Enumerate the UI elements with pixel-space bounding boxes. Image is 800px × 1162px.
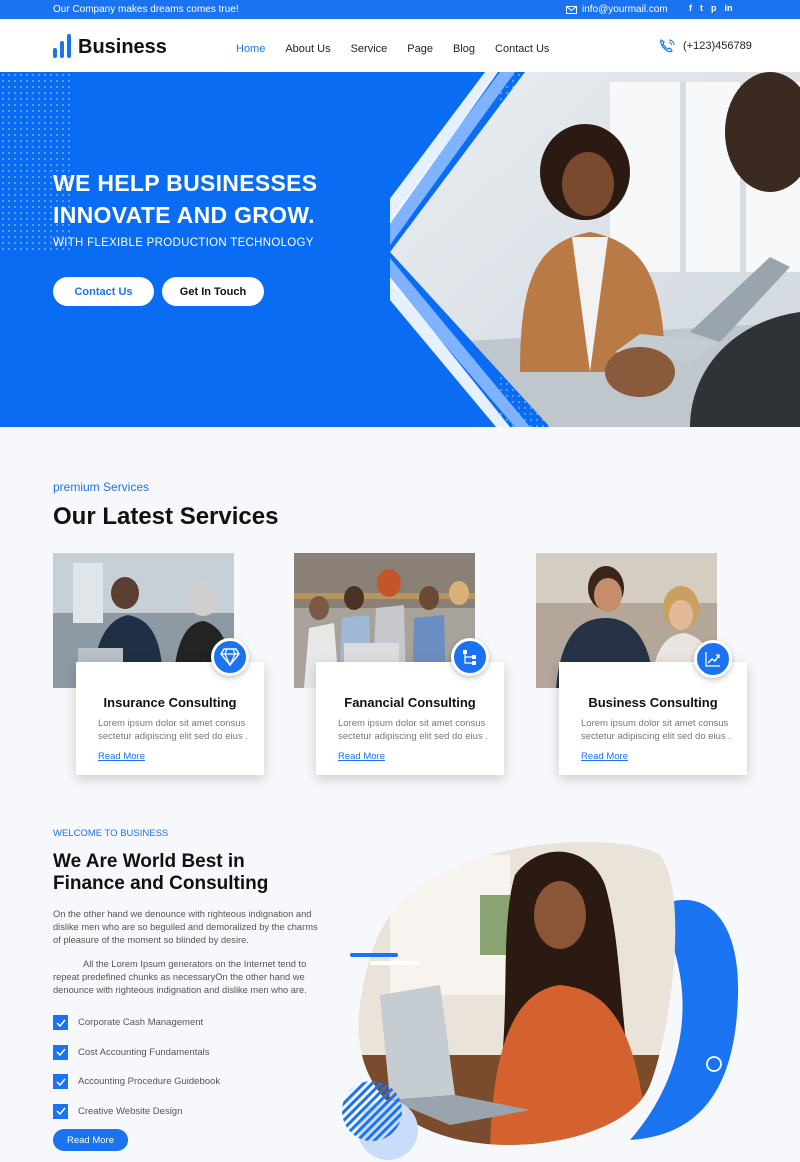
hero-subtitle: WITH FLEXIBLE PRODUCTION TECHNOLOGY	[53, 237, 314, 249]
nav-contact[interactable]: Contact Us	[495, 43, 549, 55]
main-nav: Home About Us Service Page Blog Contact …	[236, 43, 569, 55]
diamond-icon	[211, 638, 249, 676]
checklist-item: Cost Accounting Fundamentals	[53, 1038, 220, 1068]
growth-chart-icon	[694, 640, 732, 678]
phone-icon	[660, 39, 675, 53]
service-title: Fanancial Consulting	[344, 695, 476, 710]
about-kicker: WELCOME TO BUSINESS	[53, 828, 169, 839]
about-photo	[342, 841, 739, 1160]
checkmark-icon	[53, 1103, 68, 1119]
checklist-label: Accounting Procedure Guidebook	[78, 1076, 221, 1088]
twitter-icon[interactable]: t	[700, 3, 703, 13]
services-kicker: premium Services	[53, 480, 150, 494]
email-text: info@yourmail.com	[582, 4, 668, 15]
brand-logo[interactable]: Business	[53, 34, 167, 58]
social-links: f t p in	[689, 3, 733, 13]
services-title: Our Latest Services	[53, 503, 279, 530]
nav-blog[interactable]: Blog	[453, 43, 475, 55]
checklist-label: Cost Accounting Fundamentals	[78, 1046, 210, 1058]
get-in-touch-button[interactable]: Get In Touch	[162, 277, 264, 306]
phone-number: (+123)456789	[683, 40, 752, 52]
logo-bars-icon	[53, 34, 71, 58]
read-more-link[interactable]: Read More	[98, 751, 145, 762]
checklist-item: Creative Website Design	[53, 1097, 220, 1127]
pinterest-icon[interactable]: p	[711, 3, 717, 13]
phone-contact[interactable]: (+123)456789	[658, 38, 752, 54]
checkmark-icon	[53, 1074, 68, 1090]
service-text: Lorem ipsum dolor sit amet consus sectet…	[98, 718, 248, 742]
site-header: Business Home About Us Service Page Blog…	[0, 19, 800, 72]
email-link[interactable]: info@yourmail.com	[566, 4, 668, 15]
service-title: Insurance Consulting	[103, 695, 237, 710]
checkmark-icon	[53, 1044, 68, 1060]
about-read-more-button[interactable]: Read More	[53, 1129, 128, 1151]
brand-name: Business	[78, 36, 167, 58]
facebook-icon[interactable]: f	[689, 3, 692, 13]
nav-about[interactable]: About Us	[285, 43, 330, 55]
about-paragraph-2: All the Lorem Ipsum generators on the In…	[53, 959, 307, 995]
checklist-label: Corporate Cash Management	[78, 1017, 204, 1029]
checklist-item: Corporate Cash Management	[53, 1008, 220, 1038]
checkmark-icon	[53, 1015, 68, 1031]
about-paragraph-1: On the other hand we denounce with right…	[53, 909, 318, 945]
hero-title: WE HELP BUSINESSES INNOVATE AND GROW.	[53, 167, 317, 231]
service-text: Lorem ipsum dolor sit amet consus sectet…	[338, 718, 488, 742]
linkedin-icon[interactable]: in	[725, 3, 733, 13]
service-title: Business Consulting	[588, 695, 718, 710]
checklist-item: Accounting Procedure Guidebook	[53, 1067, 220, 1097]
about-title: We Are World Best in Finance and Consult…	[53, 851, 333, 895]
service-card-financial: Fanancial Consulting Lorem ipsum dolor s…	[316, 662, 504, 775]
about-title-line2: Finance and Consulting	[53, 873, 269, 894]
read-more-link[interactable]: Read More	[338, 751, 385, 762]
top-bar: Our Company makes dreams comes true! inf…	[0, 0, 800, 19]
org-chart-icon	[451, 638, 489, 676]
contact-us-button[interactable]: Contact Us	[53, 277, 154, 306]
hero-photo	[390, 72, 800, 427]
service-text: Lorem ipsum dolor sit amet consus sectet…	[581, 718, 731, 742]
service-card-insurance: Insurance Consulting Lorem ipsum dolor s…	[76, 662, 264, 775]
hero-banner: WE HELP BUSINESSES INNOVATE AND GROW. WI…	[0, 72, 800, 427]
mail-icon	[566, 5, 577, 14]
service-card-business: Business Consulting Lorem ipsum dolor si…	[559, 662, 747, 775]
nav-home[interactable]: Home	[236, 43, 265, 55]
about-title-line1: We Are World Best in	[53, 851, 245, 872]
hero-title-line2: INNOVATE AND GROW.	[53, 202, 315, 228]
hero-title-line1: WE HELP BUSINESSES	[53, 170, 318, 196]
read-more-link[interactable]: Read More	[581, 751, 628, 762]
feature-checklist: Corporate Cash Management Cost Accountin…	[53, 1008, 220, 1126]
checklist-label: Creative Website Design	[78, 1105, 183, 1117]
nav-service[interactable]: Service	[351, 43, 388, 55]
tagline: Our Company makes dreams comes true!	[53, 4, 239, 15]
nav-page[interactable]: Page	[407, 43, 433, 55]
